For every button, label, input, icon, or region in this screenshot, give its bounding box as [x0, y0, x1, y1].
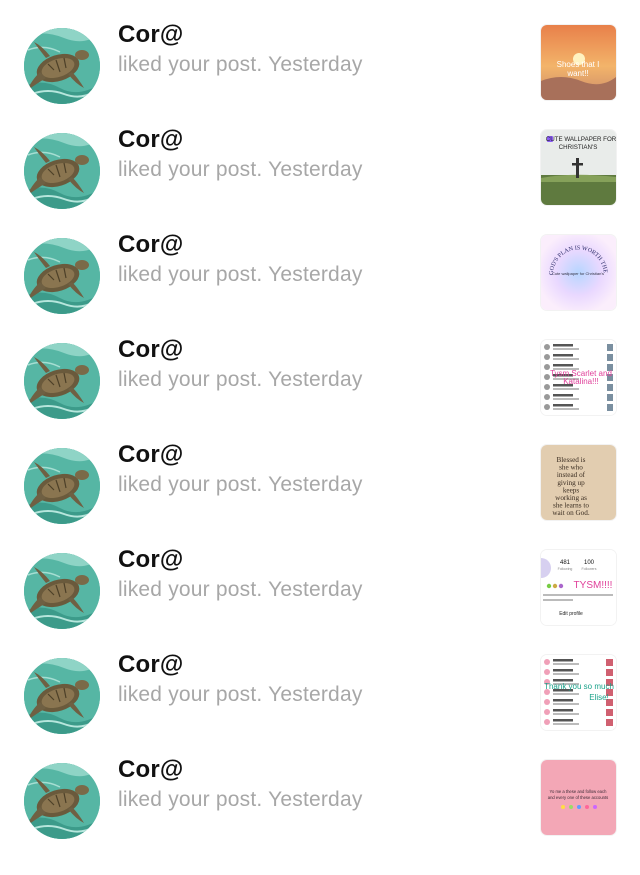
svg-text:TYSM!!!!: TYSM!!!! [574, 580, 613, 591]
svg-text:Edit profile: Edit profile [559, 611, 583, 617]
notification-time: Yesterday [268, 578, 363, 601]
turtle-avatar-icon [24, 238, 100, 314]
svg-text:Following: Following [558, 567, 573, 571]
username[interactable]: Cor@ [118, 336, 184, 364]
avatar[interactable] [24, 343, 100, 419]
notification-action: liked your post. [118, 368, 263, 391]
svg-text:Elise!: Elise! [589, 693, 609, 702]
svg-text:wait on God.: wait on God. [552, 509, 590, 517]
svg-text:Katalina!!!: Katalina!!! [563, 377, 599, 386]
notification-row[interactable]: Cor@ liked your post. Yesterday GOD'S PL… [0, 231, 640, 350]
notification-time: Yesterday [268, 263, 363, 286]
notification-action: liked your post. [118, 263, 263, 286]
post-thumbnail-quote[interactable]: Blessed is she who instead of giving up keep… [541, 445, 616, 520]
notification-row[interactable]: Cor@ liked your post. Yesterday Yo me a … [0, 756, 640, 875]
notification-text: liked your post. Yesterday [118, 53, 363, 77]
svg-text:Followers: Followers [582, 567, 597, 571]
turtle-avatar-icon [24, 28, 100, 104]
username[interactable]: Cor@ [118, 231, 184, 259]
notification-row[interactable]: Cor@ liked your post. Yesterday 481 100 … [0, 546, 640, 665]
notification-text: liked your post. Yesterday [118, 368, 363, 392]
notification-text: liked your post. Yesterday [118, 683, 363, 707]
post-thumbnail-list[interactable]: Tysm Scarlet and Katalina!!! [541, 340, 616, 415]
svg-text:and every one of these account: and every one of these accounts [548, 795, 609, 800]
svg-text:Yo me a these and follow each: Yo me a these and follow each [550, 789, 608, 794]
username[interactable]: Cor@ [118, 756, 184, 784]
avatar[interactable] [24, 553, 100, 629]
svg-text:CUTE WALLPAPER FOR: CUTE WALLPAPER FOR [546, 136, 616, 143]
notification-list: Cor@ liked your post. Yesterday Shoes th… [0, 0, 640, 855]
notification-row[interactable]: Cor@ liked your post. Yesterday Blessed … [0, 441, 640, 560]
notification-action: liked your post. [118, 473, 263, 496]
notification-text: liked your post. Yesterday [118, 473, 363, 497]
notification-text: liked your post. Yesterday [118, 158, 363, 182]
notification-text: liked your post. Yesterday [118, 788, 363, 812]
svg-text:want!!: want!! [566, 69, 588, 78]
avatar[interactable] [24, 133, 100, 209]
svg-text:Thank you so much: Thank you so much [544, 682, 614, 691]
avatar[interactable] [24, 658, 100, 734]
notification-time: Yesterday [268, 368, 363, 391]
avatar[interactable] [24, 448, 100, 524]
username[interactable]: Cor@ [118, 126, 184, 154]
post-thumbnail-profile[interactable]: 481 100 Following Followers TYSM!!!! Edi… [541, 550, 616, 625]
turtle-avatar-icon [24, 658, 100, 734]
notification-action: liked your post. [118, 578, 263, 601]
avatar[interactable] [24, 238, 100, 314]
notification-action: liked your post. [118, 788, 263, 811]
svg-text:100: 100 [584, 560, 595, 566]
post-thumbnail-cross[interactable]: CUTE WALLPAPER FOR CHRISTIAN'S [541, 130, 616, 205]
notification-time: Yesterday [268, 683, 363, 706]
notification-time: Yesterday [268, 788, 363, 811]
notification-action: liked your post. [118, 683, 263, 706]
notification-row[interactable]: Cor@ liked your post. Yesterday Shoes th… [0, 21, 640, 140]
username[interactable]: Cor@ [118, 651, 184, 679]
notification-text: liked your post. Yesterday [118, 578, 363, 602]
turtle-avatar-icon [24, 343, 100, 419]
notification-row[interactable]: Cor@ liked your post. Yesterday Thank yo… [0, 651, 640, 770]
username[interactable]: Cor@ [118, 441, 184, 469]
svg-text:CHRISTIAN'S: CHRISTIAN'S [559, 144, 598, 151]
svg-text:481: 481 [560, 560, 571, 566]
svg-text:Cute wallpaper for Christian's: Cute wallpaper for Christian's [552, 271, 604, 276]
notification-row[interactable]: Cor@ liked your post. Yesterday CUTE WAL… [0, 126, 640, 245]
username[interactable]: Cor@ [118, 21, 184, 49]
post-thumbnail-gradient[interactable]: GOD'S PLAN IS WORTH THE WAIT Cute wallpa… [541, 235, 616, 310]
turtle-avatar-icon [24, 448, 100, 524]
turtle-avatar-icon [24, 763, 100, 839]
post-thumbnail-thanks[interactable]: Thank you so much Elise! [541, 655, 616, 730]
notification-text: liked your post. Yesterday [118, 263, 363, 287]
username[interactable]: Cor@ [118, 546, 184, 574]
notification-time: Yesterday [268, 158, 363, 181]
notification-row[interactable]: Cor@ liked your post. Yesterday Tysm Sca… [0, 336, 640, 455]
turtle-avatar-icon [24, 553, 100, 629]
post-thumbnail-pink[interactable]: Yo me a these and follow each and every … [541, 760, 616, 835]
notification-time: Yesterday [268, 473, 363, 496]
post-thumbnail-sunset[interactable]: Shoes that I want!! [541, 25, 616, 100]
turtle-avatar-icon [24, 133, 100, 209]
avatar[interactable] [24, 28, 100, 104]
notification-action: liked your post. [118, 53, 263, 76]
notification-time: Yesterday [268, 53, 363, 76]
avatar[interactable] [24, 763, 100, 839]
notification-action: liked your post. [118, 158, 263, 181]
svg-text:Shoes that I: Shoes that I [557, 60, 600, 69]
